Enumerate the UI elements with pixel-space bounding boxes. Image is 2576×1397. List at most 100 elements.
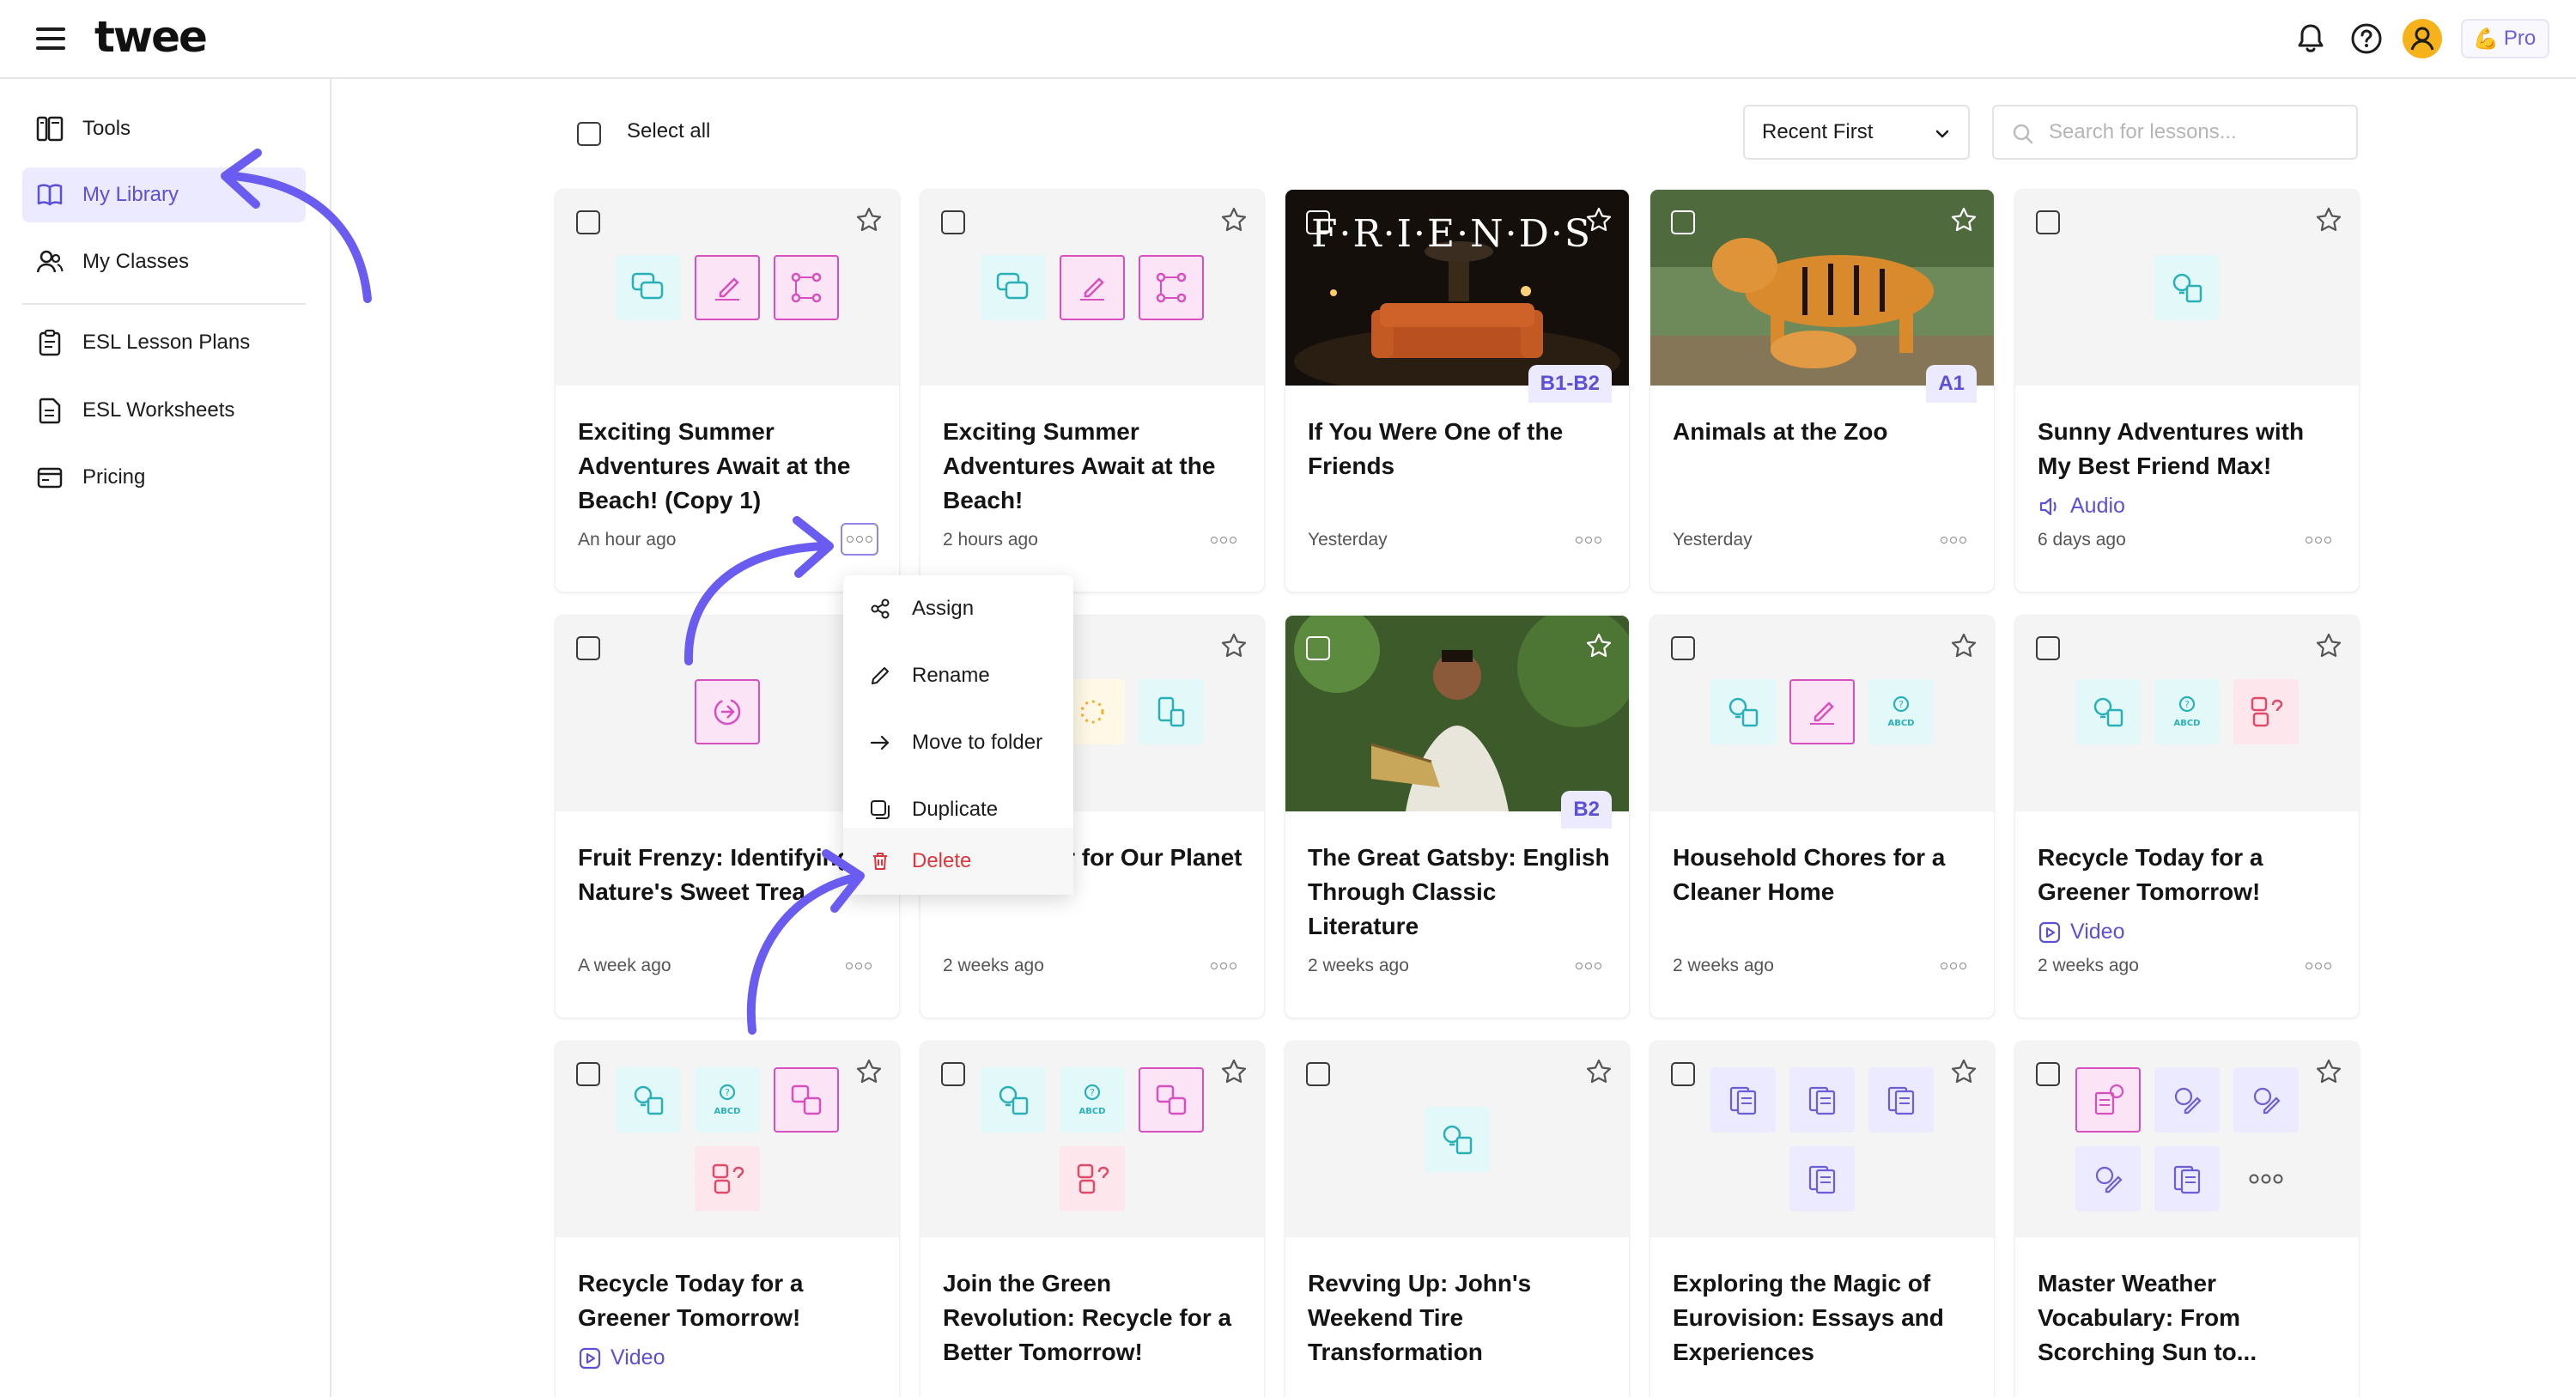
card-checkbox[interactable] [941,1062,965,1086]
card-context-menu: Assign Rename Move to folder Duplicate D… [843,575,1073,895]
search-icon [2013,124,2033,144]
lesson-card[interactable]: Sunny Adventures with My Best Friend Max… [2014,189,2360,592]
more-options-button[interactable] [2306,957,2333,975]
lesson-card[interactable]: Exciting Summer Adventures Await at the … [920,189,1265,592]
more-options-button[interactable] [1576,531,1603,549]
star-icon[interactable] [1949,205,1978,234]
card-checkbox[interactable] [1671,1062,1695,1086]
help-icon[interactable] [2348,21,2385,57]
more-options-button[interactable] [1941,531,1968,549]
card-title[interactable]: Exploring the Magic of Eurovision: Essay… [1673,1266,1978,1370]
star-icon[interactable] [2314,1057,2343,1086]
card-thumbnail [1650,1042,1994,1237]
idea-icon [981,1067,1046,1133]
card-checkbox[interactable] [1671,210,1695,234]
card-checkbox[interactable] [2036,1062,2060,1086]
star-icon[interactable] [1584,631,1613,660]
lesson-card[interactable]: F·R·I·E·N·D·S B1-B2 If You Were One of t… [1285,189,1630,592]
more-options-button[interactable] [1211,957,1238,975]
sidebar-item-esl-worksheets[interactable]: ESL Worksheets [22,383,306,438]
card-title[interactable]: Fruit Frenzy: Identifying Nature's Sweet… [578,841,884,909]
lesson-card[interactable]: ? ABCD Household Chores for a Cleaner Hom… [1649,615,1995,1018]
card-checkbox[interactable] [1671,636,1695,660]
pro-badge[interactable]: 💪 Pro [2461,19,2550,58]
card-thumbnail [2015,1042,2359,1237]
lesson-card[interactable]: ? ABCD Recycle Today for a Greener Tomorr… [555,1041,900,1397]
more-options-button[interactable] [846,957,873,975]
sidebar-item-esl-lesson-plans[interactable]: ESL Lesson Plans [22,315,306,370]
more-options-button[interactable] [841,523,878,556]
sidebar-item-my-library[interactable]: My Library [22,167,306,222]
more-options-button[interactable] [1941,957,1968,975]
phone-icon [1139,679,1204,744]
select-all-checkbox[interactable] [577,122,601,146]
card-checkbox[interactable] [2036,210,2060,234]
star-icon[interactable] [2314,205,2343,234]
lesson-card[interactable]: Revving Up: John's Weekend Tire Transfor… [1285,1041,1630,1397]
card-checkbox[interactable] [1306,210,1330,234]
select-all-label[interactable]: Select all [627,119,710,143]
lesson-card[interactable]: Exploring the Magic of Eurovision: Essay… [1649,1041,1995,1397]
card-checkbox[interactable] [941,210,965,234]
card-title[interactable]: If You Were One of the Friends [1308,415,1613,483]
hamburger-menu-icon[interactable] [36,27,65,50]
sort-dropdown[interactable]: Recent First [1743,105,1970,160]
card-thumbnail [2015,190,2359,386]
sidebar-item-my-classes[interactable]: My Classes [22,234,306,289]
star-icon[interactable] [2314,631,2343,660]
az-edit-icon [2075,1146,2141,1212]
card-title[interactable]: Sunny Adventures with My Best Friend Max… [2038,415,2343,483]
lesson-card[interactable]: ? ABCD Recycle Today for a Greener Tomorr… [2014,615,2360,1018]
star-icon[interactable] [1219,631,1249,660]
card-checkbox[interactable] [1306,1062,1330,1086]
card-checkbox[interactable] [2036,636,2060,660]
svg-text:?: ? [725,1087,730,1098]
more-options-button[interactable] [2306,531,2333,549]
search-input[interactable]: Search for lessons... [1992,105,2358,160]
menu-item-assign[interactable]: Assign [843,575,1073,642]
lesson-card[interactable]: Master Weather Vocabulary: From Scorchin… [2014,1041,2360,1397]
sidebar-item-tools[interactable]: Tools [22,101,306,156]
lesson-card[interactable]: B2 The Great Gatsby: English Through Cla… [1285,615,1630,1018]
card-title[interactable]: Exciting Summer Adventures Await at the … [943,415,1249,518]
card-title[interactable]: Recycle Today for a Greener Tomorrow! [578,1266,884,1335]
card-checkbox[interactable] [1306,636,1330,660]
card-checkbox[interactable] [576,210,600,234]
star-icon[interactable] [854,1057,884,1086]
star-icon[interactable] [854,205,884,234]
sidebar-item-pricing[interactable]: Pricing [22,450,306,505]
star-icon[interactable] [1584,1057,1613,1086]
more-options-button[interactable] [1576,957,1603,975]
star-icon[interactable] [1219,1057,1249,1086]
card-title[interactable]: Household Chores for a Cleaner Home [1673,841,1978,909]
card-thumbnail: ? ABCD [1650,616,1994,811]
menu-item-rename[interactable]: Rename [843,642,1073,709]
more-options-button[interactable] [1211,531,1238,549]
card-title[interactable]: Join the Green Revolution: Recycle for a… [943,1266,1249,1370]
muscle-icon: 💪 [2473,27,2499,51]
lesson-card[interactable]: Exciting Summer Adventures Await at the … [555,189,900,592]
lesson-card[interactable]: ? ABCD Join the Green Revolution: Recycle… [920,1041,1265,1397]
card-title[interactable]: Exciting Summer Adventures Await at the … [578,415,884,518]
card-checkbox[interactable] [576,636,600,660]
card-title[interactable]: Master Weather Vocabulary: From Scorchin… [2038,1266,2343,1370]
card-title[interactable]: Animals at the Zoo [1673,415,1978,449]
card-thumbnail [920,190,1264,386]
idea-icon [2154,255,2220,320]
star-icon[interactable] [1219,205,1249,234]
card-title[interactable]: The Great Gatsby: English Through Classi… [1308,841,1613,944]
menu-item-delete[interactable]: Delete [843,828,1073,895]
card-title[interactable]: Recycle Today for a Greener Tomorrow! [2038,841,2343,909]
card-checkbox[interactable] [576,1062,600,1086]
lesson-card[interactable]: A1 Animals at the Zoo Yesterday [1649,189,1995,592]
star-icon[interactable] [1949,631,1978,660]
card-title[interactable]: Revving Up: John's Weekend Tire Transfor… [1308,1266,1613,1370]
twee-logo[interactable]: twee [94,12,208,62]
star-icon[interactable] [1949,1057,1978,1086]
menu-item-move-to-folder[interactable]: Move to folder [843,709,1073,776]
user-avatar[interactable] [2403,19,2442,58]
star-icon[interactable] [1584,205,1613,234]
worksheets-icon [34,395,65,426]
media-label: Video [611,1345,665,1370]
bell-icon[interactable] [2293,21,2329,57]
